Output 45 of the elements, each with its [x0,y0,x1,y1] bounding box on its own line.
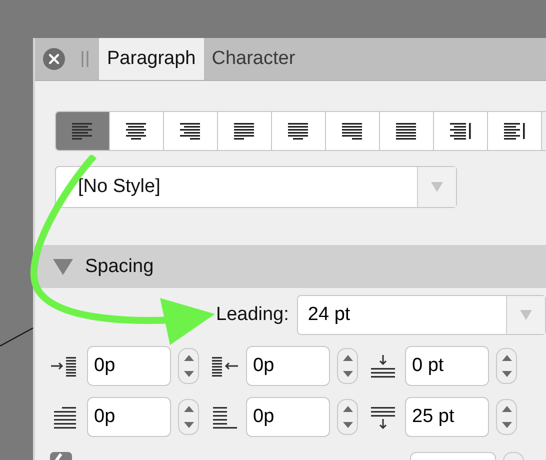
stepper-control[interactable] [178,348,199,384]
spacing-field[interactable]: 0p [87,397,171,437]
text-align-icon [72,122,94,140]
alignment-button[interactable] [326,112,380,150]
grip-icon[interactable] [81,51,89,67]
section-title: Spacing [85,256,154,278]
alignment-button[interactable] [110,112,164,150]
stepper-control[interactable] [496,348,517,384]
text-align-icon [126,122,148,140]
spacing-field[interactable]: 0p [87,346,171,386]
stepper-control[interactable] [178,399,199,435]
stepper-control[interactable] [337,399,358,435]
alignment-button[interactable] [164,112,218,150]
spacing-field[interactable]: 25 pt [405,397,489,437]
alignment-button[interactable] [218,112,272,150]
text-align-icon [504,122,526,140]
alignment-button[interactable] [434,112,488,150]
text-align-icon [180,122,202,140]
alignment-button[interactable] [56,112,110,150]
spacing-field[interactable]: 0 pt [405,346,489,386]
spacing-field[interactable]: 0p [246,346,330,386]
alignment-button[interactable] [272,112,326,150]
dropdown-arrow-icon [520,310,532,320]
section-header[interactable]: Spacing [35,245,546,288]
guide-line [0,327,34,347]
leading-label: Leading: [216,304,289,326]
disclosure-triangle-icon [53,258,73,274]
style-dropdown[interactable]: [No Style] [55,166,457,208]
dropdown-arrow-icon [431,182,443,192]
leading-combo-field[interactable]: 24 pt [296,295,546,335]
text-align-icon [396,122,418,140]
stepper-control[interactable] [496,399,517,435]
text-align-icon [234,122,256,140]
text-align-icon [450,122,472,140]
text-align-icon [342,122,364,140]
panel-tab[interactable]: Paragraph [99,38,204,80]
stepper-control[interactable] [337,348,358,384]
space-before-icon [368,354,398,378]
alignment-button[interactable] [380,112,434,150]
right-indent-icon [209,354,239,378]
close-icon[interactable] [43,48,65,70]
alignment-button[interactable] [488,112,542,150]
text-align-icon [288,122,310,140]
space-after-icon [368,405,398,429]
spacing-field[interactable]: 0p [246,397,330,437]
